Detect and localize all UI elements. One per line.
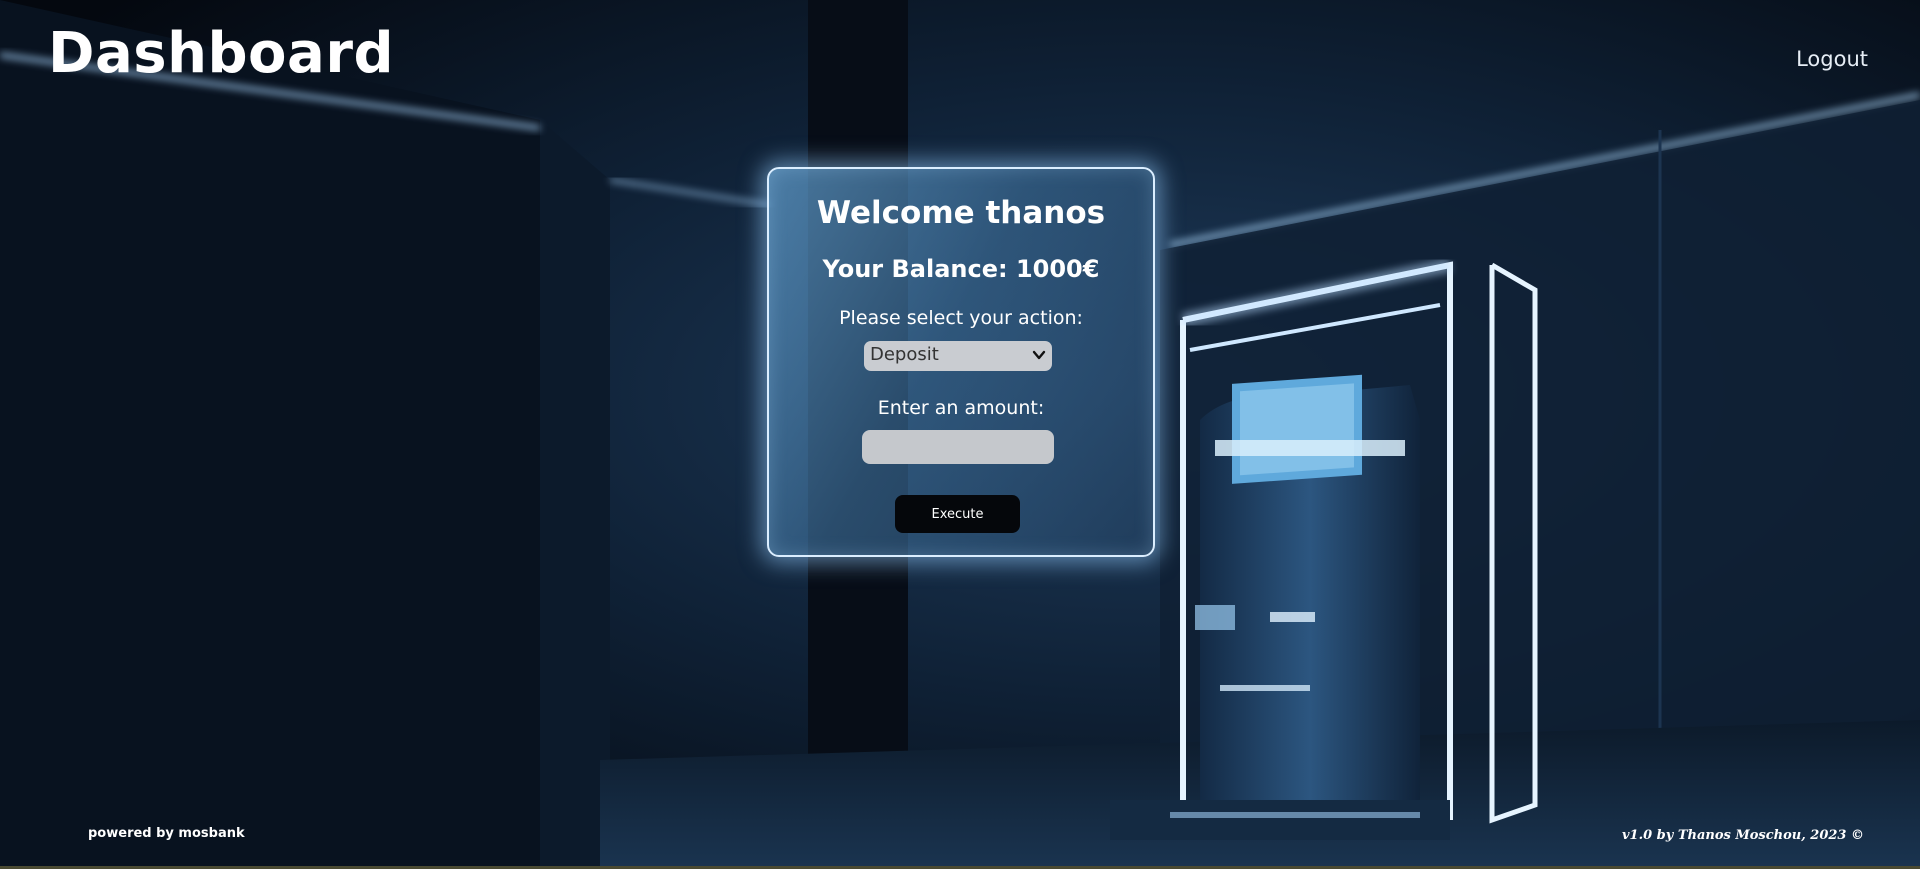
balance-label: Your Balance: — [822, 255, 1008, 283]
amount-label: Enter an amount: — [877, 397, 1045, 419]
dashboard-page: Dashboard Logout Welcome thanos Your Bal… — [0, 0, 1920, 869]
chevron-down-icon — [1032, 350, 1046, 360]
balance-value: 1000€ — [1015, 255, 1100, 283]
atm-card: Welcome thanos Your Balance: 1000€ Pleas… — [767, 167, 1155, 557]
action-label: Please select your action: — [839, 307, 1083, 329]
welcome-heading: Welcome thanos — [816, 195, 1106, 231]
execute-button[interactable]: Execute — [895, 495, 1020, 533]
logout-link[interactable]: Logout — [1796, 47, 1868, 71]
amount-input[interactable] — [862, 430, 1054, 464]
page-title: Dashboard — [48, 21, 395, 86]
action-select[interactable]: Deposit — [864, 341, 1052, 371]
powered-by-text: powered by mosbank — [88, 826, 245, 841]
balance-row: Your Balance: 1000€ — [769, 255, 1153, 283]
version-credit: v1.0 by Thanos Moschou, 2023 © — [1621, 828, 1864, 843]
action-select-value: Deposit — [870, 344, 939, 365]
